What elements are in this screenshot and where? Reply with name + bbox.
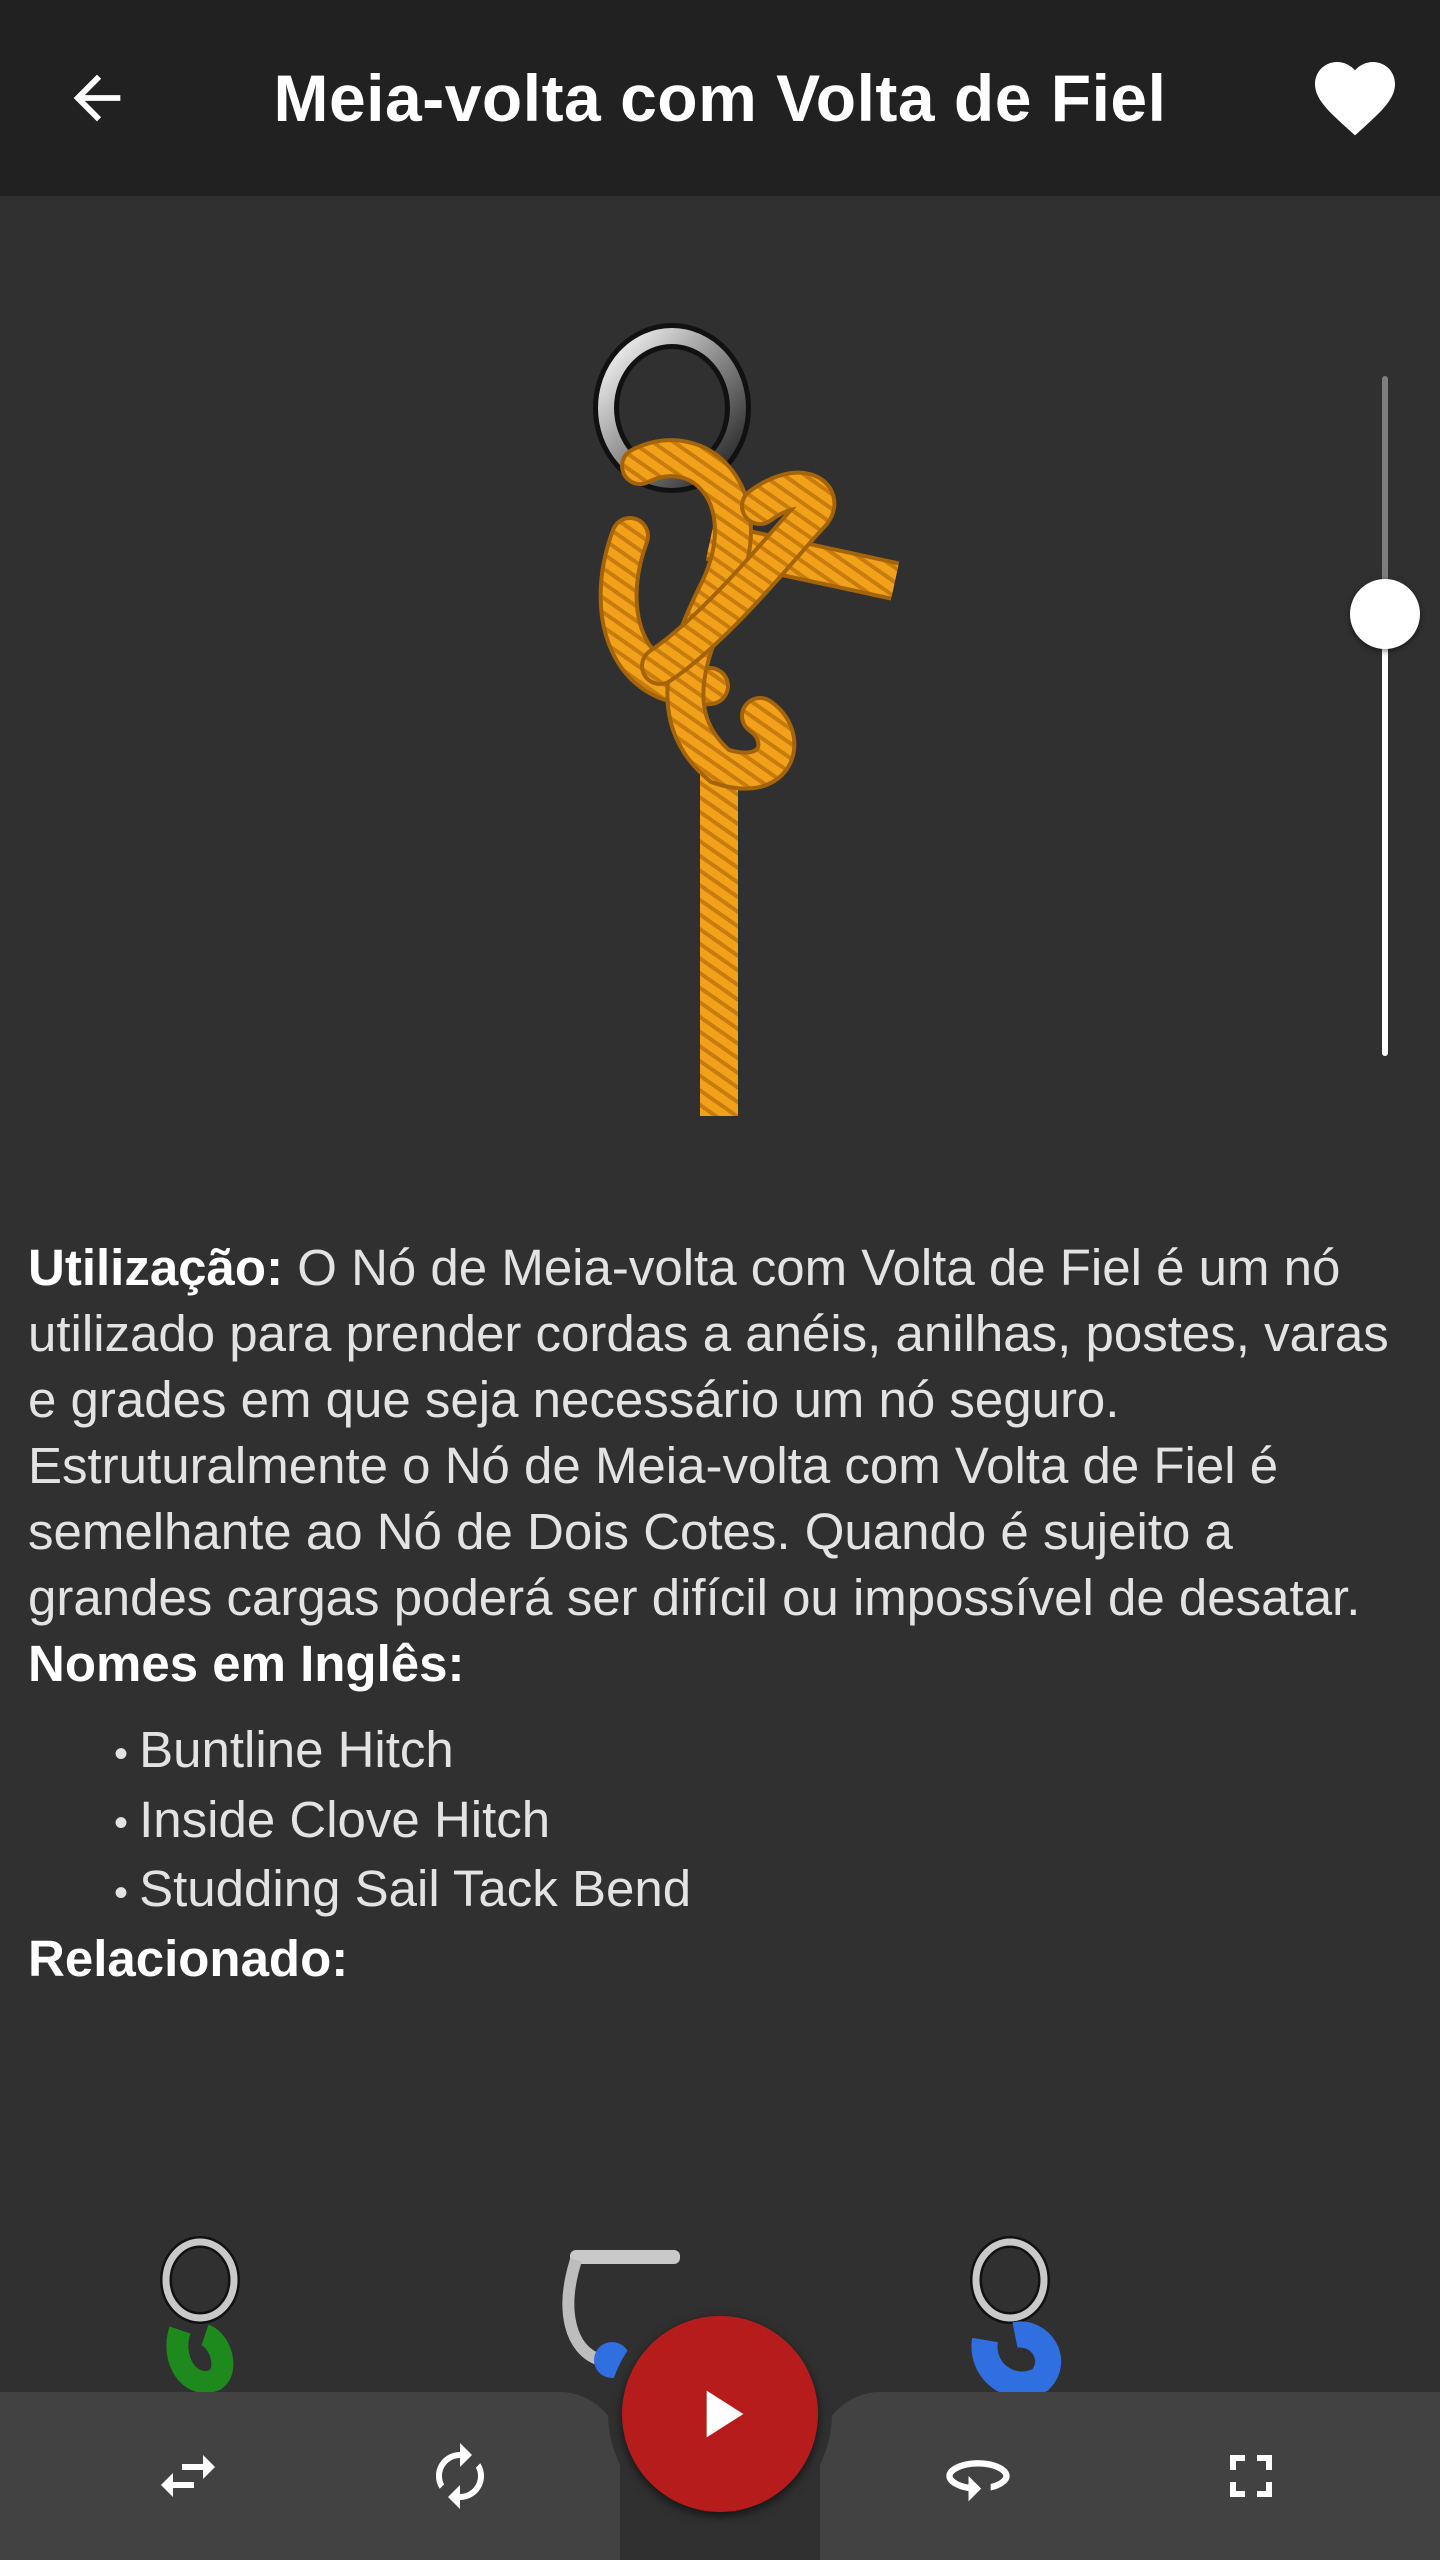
rotate-view-button[interactable] — [928, 2426, 1028, 2526]
arrow-left-icon — [73, 74, 121, 122]
list-item: Studding Sail Tack Bend — [114, 1856, 1418, 1926]
slider-fill — [1382, 614, 1388, 1056]
usage-text: O Nó de Meia-volta com Volta de Fiel é u… — [28, 1239, 1389, 1626]
back-button[interactable] — [52, 58, 142, 138]
list-item: Inside Clove Hitch — [114, 1787, 1418, 1857]
play-button[interactable] — [622, 2316, 818, 2512]
knot-description: Utilização: O Nó de Meia-volta com Volta… — [28, 1235, 1418, 1992]
english-names-title: Nomes em Inglês: — [28, 1635, 465, 1692]
page-title: Meia-volta com Volta de Fiel — [273, 61, 1167, 135]
repeat-icon — [436, 2443, 484, 2509]
bottom-bar-left — [0, 2392, 620, 2560]
fullscreen-button[interactable] — [1201, 2426, 1301, 2526]
related-title: Relacionado: — [28, 1929, 349, 1987]
bottom-controls — [0, 2302, 1440, 2560]
bottom-bar-right — [820, 2392, 1440, 2560]
swap-direction-button[interactable] — [138, 2426, 238, 2526]
fullscreen-icon — [1230, 2455, 1272, 2497]
related-knot-thumbnail[interactable] — [930, 2230, 1130, 2400]
list-item: Buntline Hitch — [114, 1717, 1418, 1787]
favorite-button[interactable] — [1300, 48, 1410, 148]
step-slider[interactable] — [1345, 376, 1425, 1056]
repeat-button[interactable] — [410, 2426, 510, 2526]
knot-image — [593, 323, 900, 1116]
english-names-list: Buntline Hitch Inside Clove Hitch Studdi… — [114, 1717, 1418, 1926]
heart-icon — [1315, 62, 1395, 136]
usage-label: Utilização: — [28, 1239, 284, 1296]
knot-viewer[interactable] — [0, 196, 1440, 1156]
slider-thumb[interactable] — [1350, 579, 1420, 649]
related-knot-thumbnail[interactable] — [120, 2230, 320, 2400]
rotate-360-icon — [946, 2460, 1010, 2502]
app-bar: Meia-volta com Volta de Fiel — [0, 0, 1440, 196]
play-icon — [706, 2390, 744, 2438]
swap-arrows-icon — [161, 2455, 215, 2497]
usage-paragraph: Utilização: O Nó de Meia-volta com Volta… — [28, 1235, 1418, 1631]
